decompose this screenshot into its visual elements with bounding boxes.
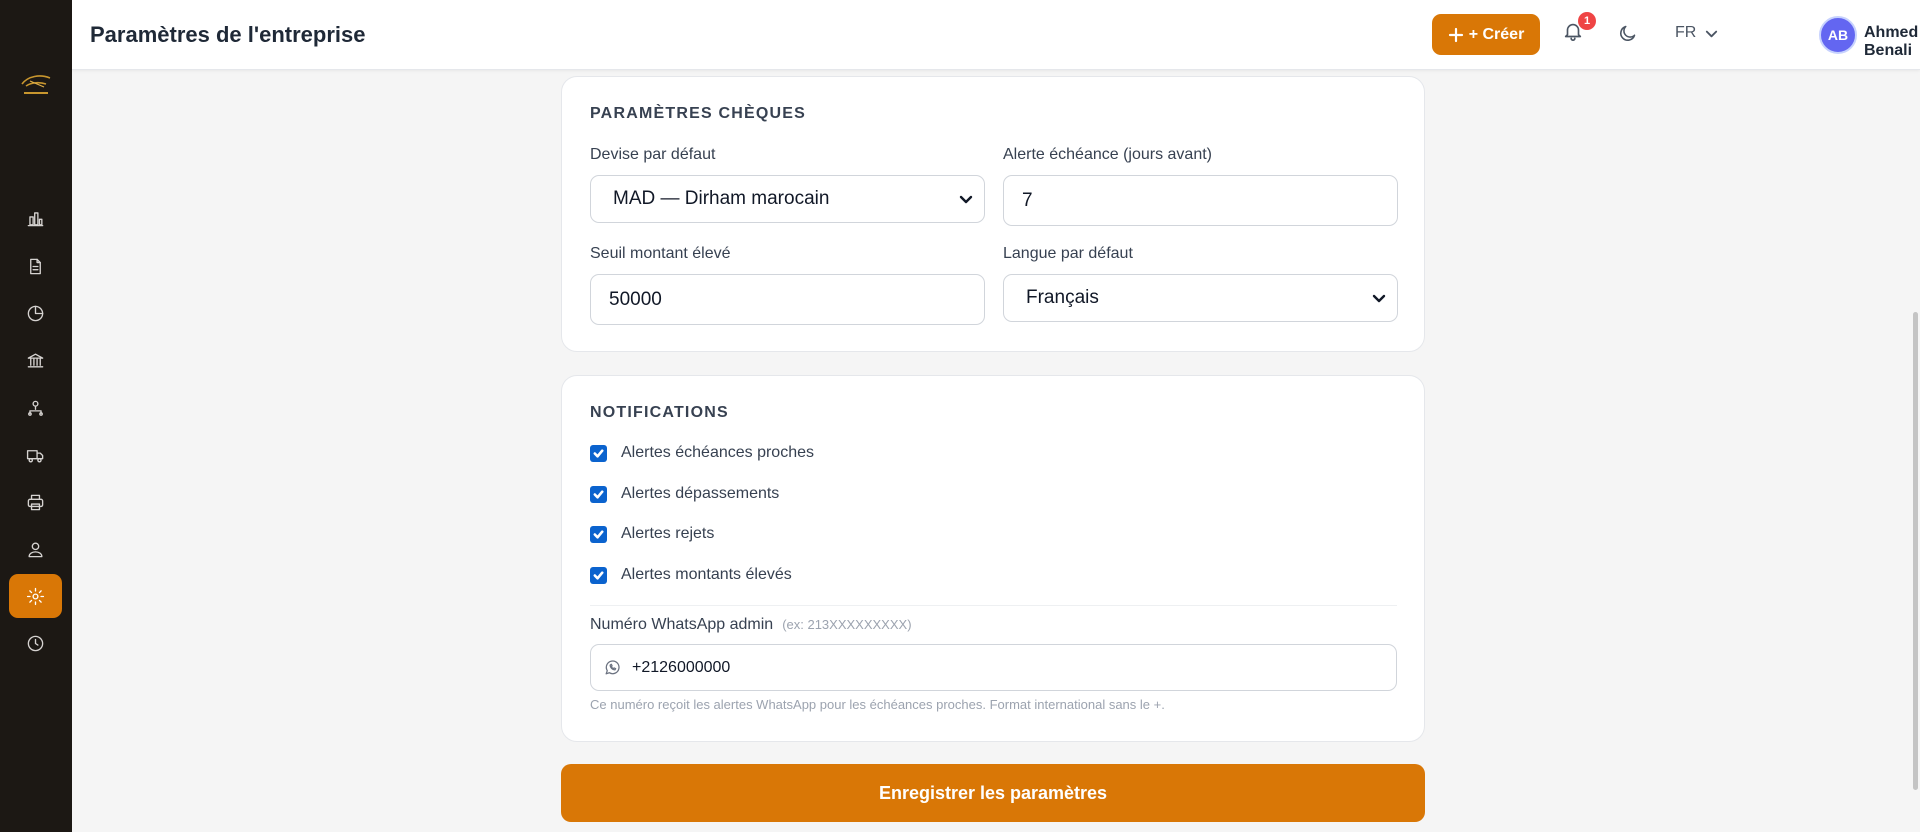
checkbox-row[interactable]: Alertes rejets xyxy=(590,525,714,543)
truck-icon xyxy=(26,449,44,463)
sidebar-item-banks[interactable] xyxy=(9,338,62,382)
sidebar-item-settings[interactable] xyxy=(9,574,62,618)
whatsapp-input[interactable]: +2126000000 xyxy=(590,644,1397,691)
clock-icon xyxy=(27,635,44,651)
sidebar-item-delivery[interactable] xyxy=(9,433,62,477)
currency-label: Devise par défaut xyxy=(590,146,716,163)
cheques-section-title: PARAMÈTRES CHÈQUES xyxy=(590,105,806,122)
bank-icon xyxy=(27,352,44,368)
company-logo xyxy=(18,70,54,100)
sidebar-item-documents[interactable] xyxy=(9,244,62,288)
sidebar-item-reports[interactable] xyxy=(9,291,62,335)
alert-days-value: 7 xyxy=(1022,189,1033,211)
chevron-down-icon xyxy=(1706,30,1718,37)
currency-value: MAD — Dirham marocain xyxy=(613,188,830,209)
default-language-value: Français xyxy=(1026,287,1099,308)
whatsapp-label-text: Numéro WhatsApp admin xyxy=(590,616,774,633)
whatsapp-value: +2126000000 xyxy=(632,658,731,676)
whatsapp-icon xyxy=(605,660,620,675)
chevron-down-icon xyxy=(959,195,973,204)
default-language-label: Langue par défaut xyxy=(1003,245,1133,262)
threshold-value: 50000 xyxy=(609,288,662,310)
moon-icon xyxy=(1620,25,1636,41)
checkbox-label: Alertes rejets xyxy=(621,525,715,542)
sidebar-item-dashboard[interactable] xyxy=(9,196,62,240)
save-settings-button[interactable]: Enregistrer les paramètres xyxy=(561,764,1425,822)
alert-days-input[interactable]: 7 xyxy=(1003,175,1398,226)
printer-icon xyxy=(27,494,44,510)
create-button[interactable]: + Créer xyxy=(1432,14,1540,55)
sidebar-item-print[interactable] xyxy=(9,480,62,524)
threshold-input[interactable]: 50000 xyxy=(590,274,985,325)
notifications-card: NOTIFICATIONS Alertes échéances proches … xyxy=(561,375,1425,742)
whatsapp-label: Numéro WhatsApp admin (ex: 213XXXXXXXXX) xyxy=(590,616,912,634)
language-label: FR xyxy=(1675,24,1697,41)
checkbox-label: Alertes échéances proches xyxy=(621,444,814,461)
page-title: Paramètres de l'entreprise xyxy=(90,22,366,47)
sidebar-item-users[interactable] xyxy=(9,527,62,571)
check-icon xyxy=(593,529,604,539)
checkbox[interactable] xyxy=(590,566,607,584)
checkbox[interactable] xyxy=(590,525,607,543)
whatsapp-hint: (ex: 213XXXXXXXXX) xyxy=(782,617,912,632)
check-icon xyxy=(593,489,604,499)
checkbox[interactable] xyxy=(590,444,607,462)
currency-select[interactable]: MAD — Dirham marocain xyxy=(590,175,985,223)
checkbox[interactable] xyxy=(590,485,607,503)
pie-chart-icon xyxy=(27,305,44,321)
check-icon xyxy=(593,448,604,458)
gear-icon xyxy=(26,587,45,605)
default-language-select[interactable]: Français xyxy=(1003,274,1398,322)
notification-badge: 1 xyxy=(1578,12,1596,30)
check-icon xyxy=(593,570,604,580)
divider xyxy=(590,605,1397,606)
bar-chart-icon xyxy=(27,211,44,226)
dark-mode-toggle[interactable] xyxy=(1617,23,1638,49)
checkbox-row[interactable]: Alertes dépassements xyxy=(590,485,779,503)
checkbox-row[interactable]: Alertes échéances proches xyxy=(590,444,814,462)
language-selector[interactable]: FR xyxy=(1675,24,1719,42)
notifications-section-title: NOTIFICATIONS xyxy=(590,404,729,421)
network-icon xyxy=(28,400,43,416)
sidebar xyxy=(0,0,72,832)
file-icon xyxy=(30,258,41,274)
cheques-settings-card: PARAMÈTRES CHÈQUES Devise par défaut MAD… xyxy=(561,76,1425,352)
plus-icon xyxy=(1448,27,1463,42)
checkbox-row[interactable]: Alertes montants élevés xyxy=(590,566,792,584)
threshold-label: Seuil montant élevé xyxy=(590,245,731,262)
alert-days-label: Alerte échéance (jours avant) xyxy=(1003,146,1212,163)
scrollbar-thumb[interactable] xyxy=(1913,312,1918,790)
whatsapp-help-text: Ce numéro reçoit les alertes WhatsApp po… xyxy=(590,697,1165,712)
sidebar-item-history[interactable] xyxy=(9,621,62,665)
create-button-label: + Créer xyxy=(1468,25,1525,43)
user-name[interactable]: Ahmed Benali xyxy=(1864,24,1920,60)
top-header: Paramètres de l'entreprise + Créer 1 FR … xyxy=(72,0,1920,70)
users-icon xyxy=(28,541,43,557)
checkbox-label: Alertes montants élevés xyxy=(621,566,792,583)
sidebar-item-organization[interactable] xyxy=(9,386,62,430)
chevron-down-icon xyxy=(1372,294,1386,303)
checkbox-label: Alertes dépassements xyxy=(621,485,780,502)
avatar[interactable]: AB xyxy=(1819,16,1857,54)
